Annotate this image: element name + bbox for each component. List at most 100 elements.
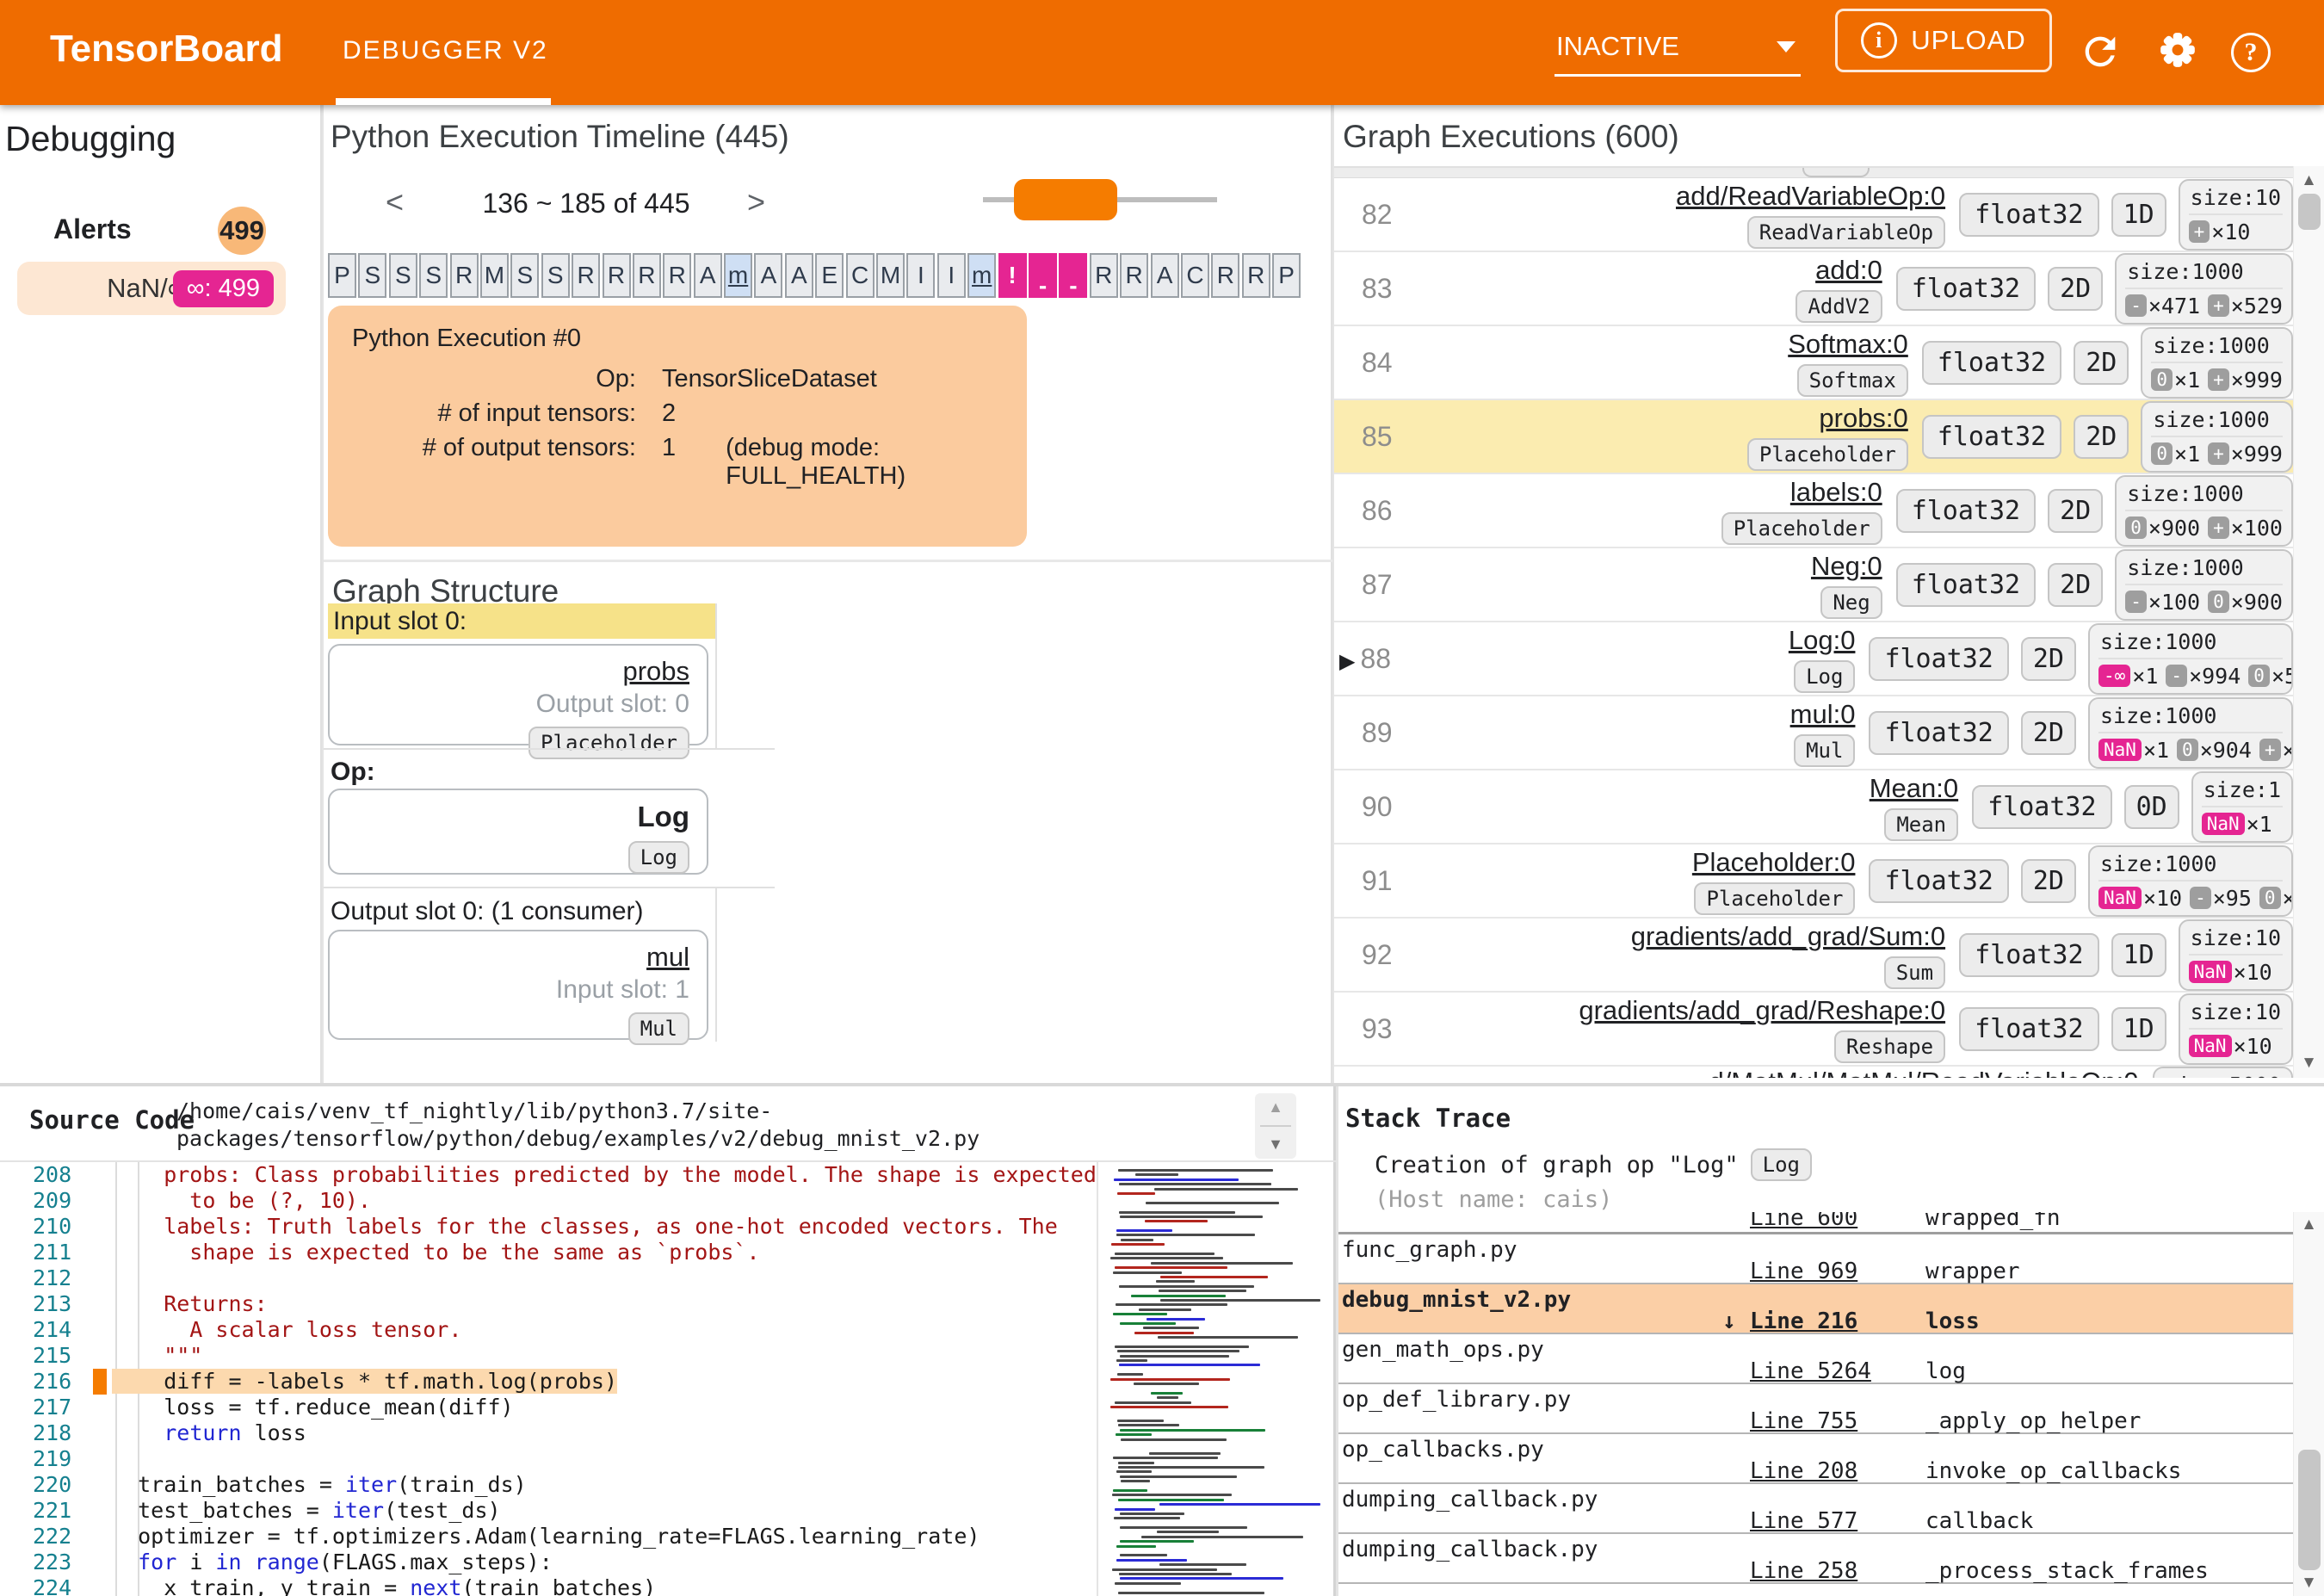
timeline-cell[interactable]: A	[754, 253, 783, 298]
help-icon[interactable]: ?	[2231, 33, 2276, 77]
refresh-icon[interactable]	[2078, 29, 2123, 74]
timeline-cell[interactable]: E	[815, 253, 844, 298]
run-status-dropdown[interactable]: INACTIVE	[1554, 26, 1801, 77]
tensor-name-link[interactable]: gradients/add_grad/Sum:0	[1631, 921, 1945, 951]
timeline-cell[interactable]: S	[419, 253, 448, 298]
frame-line-link[interactable]: Line 258	[1750, 1558, 1857, 1584]
timeline-cell[interactable]: M	[876, 253, 905, 298]
output-node-link[interactable]: mul	[646, 942, 689, 972]
stack-frame[interactable]: op_def_library.py Line 755 _apply_op_hel…	[1338, 1384, 2293, 1434]
code-line[interactable]: 222 optimizer = tf.optimizers.Adam(learn…	[0, 1524, 1095, 1550]
code-editor[interactable]: 208 probs: Class probabilities predicted…	[0, 1162, 1095, 1596]
timeline-cell[interactable]: R	[602, 253, 631, 298]
line-number[interactable]: 224	[0, 1575, 93, 1596]
scrollbar[interactable]: ▲ ▼	[2293, 1212, 2324, 1596]
stepper-up-icon[interactable]: ▲	[1255, 1098, 1296, 1117]
stack-frame[interactable]: op_callbacks.py Line 208 invoke_op_callb…	[1338, 1434, 2293, 1484]
frame-line-link[interactable]: Line 5264	[1750, 1358, 1871, 1384]
timeline-cell[interactable]: C	[1180, 253, 1209, 298]
gear-icon[interactable]	[2154, 26, 2198, 71]
timeline-cell[interactable]: P	[328, 253, 356, 298]
timeline-cell[interactable]: I	[906, 253, 936, 298]
scroll-down-icon[interactable]: ▼	[2294, 1574, 2324, 1593]
code-line[interactable]: 224 x_train, y_train = next(train_batche…	[0, 1575, 1095, 1596]
frame-line-link[interactable]: Line 577	[1750, 1508, 1857, 1534]
code-line[interactable]: 219	[0, 1446, 1095, 1472]
upload-button[interactable]: i UPLOAD	[1835, 9, 2052, 72]
graph-execution-row[interactable]: 85 probs:0 Placeholder float32 2D size:1…	[1334, 400, 2293, 474]
tensor-name-link[interactable]: Log:0	[1789, 625, 1856, 655]
scrollbar-thumb[interactable]	[2298, 194, 2321, 230]
timeline-cell[interactable]: A	[1150, 253, 1179, 298]
code-line[interactable]: 218 return loss	[0, 1420, 1095, 1446]
timeline-cell[interactable]: M	[479, 253, 509, 298]
tensor-name-link[interactable]: Softmax:0	[1788, 329, 1908, 359]
code-line[interactable]: 223 for i in range(FLAGS.max_steps):	[0, 1550, 1095, 1575]
line-number[interactable]: 215	[0, 1343, 93, 1369]
timeline-slider[interactable]	[983, 179, 1217, 220]
stepper-down-icon[interactable]: ▼	[1255, 1135, 1296, 1154]
code-minimap[interactable]	[1097, 1162, 1328, 1596]
tensor-name-link[interactable]: probs:0	[1819, 403, 1907, 433]
line-number[interactable]: 214	[0, 1317, 93, 1343]
graph-execution-row[interactable]: 91 Placeholder:0 Placeholder float32 2D …	[1334, 844, 2293, 919]
stack-frame[interactable]: gen_math_ops.py Line 5264 log	[1338, 1334, 2293, 1384]
line-number[interactable]: 223	[0, 1550, 93, 1575]
timeline-cell[interactable]: -	[1059, 253, 1088, 298]
line-number[interactable]: 210	[0, 1214, 93, 1240]
timeline-cell[interactable]: A	[784, 253, 813, 298]
timeline-cell[interactable]: I	[936, 253, 966, 298]
code-line[interactable]: 214 A scalar loss tensor.	[0, 1317, 1095, 1343]
line-number[interactable]: 219	[0, 1446, 93, 1472]
line-number[interactable]: 218	[0, 1420, 93, 1446]
graph-execution-row[interactable]: ▶ 88 Log:0 Log float32 2D size:1000 -∞ ×1-…	[1334, 622, 2293, 696]
frame-line-link[interactable]: Line 216	[1750, 1308, 1857, 1334]
tensor-name-link[interactable]: Neg:0	[1811, 551, 1882, 581]
nan-inf-alert-item[interactable]: NaN/∞ ∞: 499	[17, 262, 286, 315]
graph-execution-row[interactable]: 82 add/ReadVariableOp:0 ReadVariableOp f…	[1334, 178, 2293, 252]
line-number[interactable]: 217	[0, 1395, 93, 1420]
graph-execution-row[interactable]: 86 labels:0 Placeholder float32 2D size:…	[1334, 474, 2293, 548]
graph-execution-row[interactable]: 89 mul:0 Mul float32 2D size:1000 NaN ×1 0…	[1334, 696, 2293, 770]
code-line[interactable]: 210 labels: Truth labels for the classes…	[0, 1214, 1095, 1240]
file-stepper[interactable]: ▲ ▼	[1255, 1093, 1296, 1159]
graph-execution-row-partial[interactable]: d/MatMul/MatMul/ReadVariableOp:0 size:50…	[1334, 1067, 2293, 1078]
stack-frame[interactable]: dumping_callback.py Line 258 _process_st…	[1338, 1534, 2293, 1584]
code-line[interactable]: 212	[0, 1265, 1095, 1291]
tensor-name-link[interactable]: mul:0	[1790, 699, 1856, 729]
scroll-up-icon[interactable]: ▲	[2294, 171, 2324, 190]
code-line[interactable]: 213 Returns:	[0, 1291, 1095, 1317]
code-line[interactable]: 208 probs: Class probabilities predicted…	[0, 1162, 1095, 1188]
tensor-name-link[interactable]: Placeholder:0	[1692, 847, 1856, 877]
timeline-cell[interactable]: !	[998, 253, 1027, 298]
code-line[interactable]: 220 train_batches = iter(train_ds)	[0, 1472, 1095, 1498]
frame-line-link[interactable]: Line 208	[1750, 1458, 1857, 1484]
slider-thumb[interactable]	[1014, 179, 1117, 220]
timeline-cell[interactable]: S	[510, 253, 540, 298]
code-line[interactable]: 221 test_batches = iter(test_ds)	[0, 1498, 1095, 1524]
stack-frame[interactable]: dumping_callback.py Line 577 callback	[1338, 1484, 2293, 1534]
stack-frame[interactable]: debug_mnist_v2.py ↓ Line 216 loss	[1338, 1284, 2293, 1334]
timeline-cell[interactable]: m	[724, 253, 753, 298]
code-line[interactable]: 211 shape is expected to be the same as …	[0, 1240, 1095, 1265]
timeline-cell[interactable]: A	[693, 253, 722, 298]
frame-line-link[interactable]: Line 600	[1750, 1212, 1857, 1231]
timeline-cell[interactable]: R	[449, 253, 479, 298]
timeline-cell[interactable]: R	[1089, 253, 1118, 298]
tensor-name-link[interactable]: gradients/add_grad/Reshape:0	[1579, 995, 1945, 1025]
scroll-up-icon[interactable]: ▲	[2294, 1216, 2324, 1234]
timeline-cell[interactable]: S	[541, 253, 570, 298]
line-number[interactable]: 222	[0, 1524, 93, 1550]
timeline-cell[interactable]: R	[572, 253, 601, 298]
timeline-cell[interactable]: R	[1120, 253, 1149, 298]
tab-debugger-v2[interactable]: DEBUGGER V2	[343, 36, 548, 65]
tensor-name-link[interactable]: add:0	[1815, 255, 1882, 285]
tensor-name-link[interactable]: add/ReadVariableOp:0	[1676, 181, 1945, 211]
stack-frame[interactable]: func_graph.py Line 969 wrapper	[1338, 1234, 2293, 1284]
line-number[interactable]: 209	[0, 1188, 93, 1214]
line-number[interactable]: 208	[0, 1162, 93, 1188]
timeline-cell[interactable]: m	[967, 253, 997, 298]
timeline-cell[interactable]: R	[1211, 253, 1240, 298]
code-line[interactable]: 217 loss = tf.reduce_mean(diff)	[0, 1395, 1095, 1420]
frame-line-link[interactable]: Line 755	[1750, 1408, 1857, 1434]
